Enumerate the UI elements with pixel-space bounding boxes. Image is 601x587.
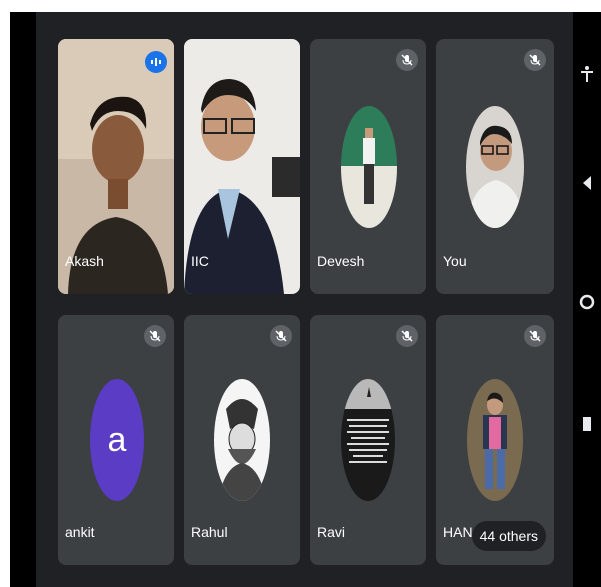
participant-tile-devesh[interactable]: Devesh — [310, 39, 426, 294]
mic-off-icon — [270, 325, 292, 347]
participant-tile-ravi[interactable]: Ravi — [310, 315, 426, 565]
avatar-letter: a — [90, 379, 144, 501]
avatar — [341, 106, 397, 228]
navigation-bar — [573, 12, 601, 587]
participant-name: Rahul — [191, 524, 228, 540]
participant-tile-rahul[interactable]: Rahul — [184, 315, 300, 565]
mic-off-icon — [524, 49, 546, 71]
participant-tile-iic[interactable]: IIC — [184, 39, 300, 294]
mic-off-icon — [524, 325, 546, 347]
participant-name: Akash — [65, 253, 104, 269]
participant-tile-hanan[interactable]: HANAN 44 others — [436, 315, 554, 565]
participant-name: Devesh — [317, 253, 365, 269]
participant-name: Ravi — [317, 524, 346, 540]
accessibility-icon[interactable] — [573, 65, 601, 83]
avatar-letter-text: a — [107, 420, 127, 459]
avatar — [466, 106, 524, 228]
participant-name: IIC — [191, 253, 209, 269]
avatar — [214, 379, 270, 501]
avatar — [341, 379, 395, 501]
avatar — [467, 379, 523, 501]
recents-icon[interactable] — [573, 416, 601, 432]
participant-name: You — [443, 253, 467, 269]
mic-off-icon — [144, 325, 166, 347]
participant-tile-you[interactable]: You — [436, 39, 554, 294]
others-count-button[interactable]: 44 others — [471, 521, 546, 551]
back-icon[interactable] — [573, 175, 601, 191]
mic-off-icon — [396, 325, 418, 347]
mic-off-icon — [396, 49, 418, 71]
participant-tile-akash[interactable]: Akash — [58, 39, 174, 294]
speaking-indicator-icon — [145, 51, 167, 73]
participant-tile-ankit[interactable]: a ankit — [58, 315, 174, 565]
home-icon[interactable] — [573, 294, 601, 310]
participant-name: ankit — [65, 524, 95, 540]
